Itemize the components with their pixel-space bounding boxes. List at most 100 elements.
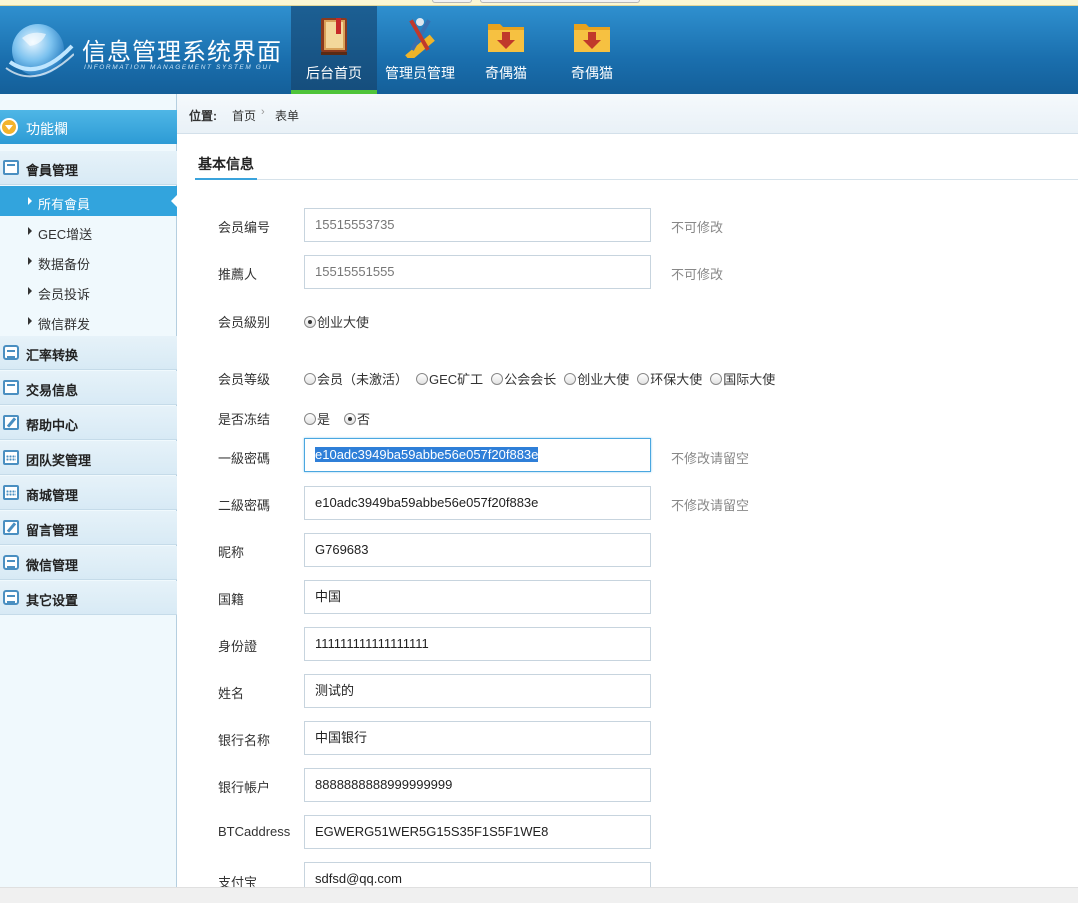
field-label: 推薦人: [218, 267, 258, 282]
radio-label: 创业大使: [317, 315, 370, 330]
radio-checked-icon: [344, 412, 357, 425]
sidebar-item-gec-gift[interactable]: GEC增送: [0, 216, 177, 246]
bank-account-field[interactable]: 8888888888999999999: [304, 768, 651, 802]
sidebar-group-other-settings[interactable]: 其它设置: [0, 581, 177, 615]
sidebar-item-label: 数据备份: [38, 257, 91, 272]
selected-text: e10adc3949ba59abbe56e057f20f883e: [315, 447, 539, 462]
radio-icon: [416, 372, 429, 385]
sidebar-group-wechat[interactable]: 微信管理: [0, 546, 177, 580]
radio-level-inactive[interactable]: 会员（未激活）: [304, 369, 408, 388]
chat-icon: [3, 555, 19, 570]
sidebar-group-label: 會員管理: [26, 163, 79, 178]
sidebar-item-complaints[interactable]: 会员投诉: [0, 276, 177, 306]
radio-level-international[interactable]: 国际大使: [710, 369, 775, 388]
radio-icon: [304, 372, 316, 385]
nav-label: 后台首页: [306, 65, 362, 81]
nav-item-home[interactable]: 后台首页: [291, 6, 377, 94]
edit-icon: [3, 415, 19, 430]
frozen-radio-group: 是 否: [304, 409, 378, 428]
breadcrumb-label: 位置:: [189, 109, 217, 123]
member-level-radio-group: 会员（未激活） GEC矿工 公会会长 创业大使 环保大使 国际大使: [304, 369, 783, 388]
member-id-field[interactable]: 15515553735: [304, 208, 651, 242]
nickname-field[interactable]: G769683: [304, 533, 651, 567]
radio-level-gec-miner[interactable]: GEC矿工: [416, 369, 483, 388]
radio-label: 会员（未激活）: [317, 372, 409, 387]
radio-level-guild-leader[interactable]: 公会会长: [491, 369, 556, 388]
caret-right-icon: [28, 317, 32, 325]
password2-field[interactable]: e10adc3949ba59abbe56e057f20f883e: [304, 486, 651, 520]
sidebar-header[interactable]: 功能欄: [0, 110, 177, 144]
sidebar: 功能欄 會員管理 所有會員 GEC增送 数据备份 会员投诉 微信群发 汇率转换 …: [0, 94, 178, 903]
field-label: 国籍: [218, 592, 245, 607]
chat-icon: [3, 590, 19, 605]
sidebar-item-label: GEC增送: [38, 227, 93, 242]
nav-item-admin[interactable]: 管理员管理: [377, 6, 463, 94]
referrer-field[interactable]: 15515551555: [304, 255, 651, 289]
id-card-field[interactable]: 111111111111111111: [304, 627, 651, 661]
nationality-field[interactable]: 中国: [304, 580, 651, 614]
field-label: 会员級别: [218, 315, 271, 330]
sidebar-group-trades[interactable]: 交易信息: [0, 371, 177, 405]
top-nav: 后台首页 管理员管理 奇偶猫 奇偶猫: [291, 6, 635, 94]
bank-name-field[interactable]: 中国银行: [304, 721, 651, 755]
radio-icon: [710, 372, 723, 385]
nav-label: 奇偶猫: [485, 65, 527, 81]
horizontal-scrollbar[interactable]: [0, 887, 1078, 903]
radio-icon: [491, 372, 504, 385]
sidebar-group-help[interactable]: 帮助中心: [0, 406, 177, 440]
radio-checked-icon: [304, 315, 316, 328]
sidebar-group-messages[interactable]: 留言管理: [0, 511, 177, 545]
field-hint: 不修改请留空: [671, 498, 750, 513]
radio-member-type-entrepreneur[interactable]: 创业大使: [304, 312, 369, 331]
sidebar-item-all-members[interactable]: 所有會員: [0, 186, 178, 216]
folder-download-icon: [488, 24, 524, 52]
sidebar-group-members[interactable]: 會員管理: [0, 151, 177, 185]
breadcrumb-home-link[interactable]: 首页: [232, 107, 256, 124]
field-hint: 不可修改: [671, 220, 724, 235]
radio-icon: [564, 372, 577, 385]
collapse-arrow-icon: [0, 118, 18, 136]
radio-frozen-no[interactable]: 否: [344, 409, 370, 428]
caret-right-icon: [28, 257, 32, 265]
edit-icon: [3, 520, 19, 535]
tab-bar: 基本信息: [195, 152, 1078, 180]
radio-level-entrepreneur[interactable]: 创业大使: [564, 369, 629, 388]
globe-logo-icon: [5, 24, 74, 78]
nav-item-qiou-1[interactable]: 奇偶猫: [463, 6, 549, 94]
sidebar-group-label: 交易信息: [26, 383, 79, 398]
sidebar-item-wechat-broadcast[interactable]: 微信群发: [0, 306, 177, 336]
radio-icon: [637, 372, 650, 385]
name-field[interactable]: 测试的: [304, 674, 651, 708]
sidebar-item-label: 所有會員: [38, 197, 91, 212]
sidebar-group-mall[interactable]: 商城管理: [0, 476, 177, 510]
calendar-icon: [3, 450, 19, 465]
sidebar-group-label: 商城管理: [26, 488, 79, 503]
top-header: 信息管理系统界面 INFORMATION MANAGEMENT SYSTEM G…: [0, 6, 1078, 94]
sidebar-item-data-backup[interactable]: 数据备份: [0, 246, 177, 276]
field-label: 二級密碼: [218, 498, 271, 513]
tab-basic-info[interactable]: 基本信息: [195, 152, 257, 180]
password1-field[interactable]: e10adc3949ba59abbe56e057f20f883e: [304, 438, 651, 472]
radio-label: 是: [317, 412, 331, 427]
field-label: 昵称: [218, 545, 245, 560]
breadcrumb-current: 表单: [275, 109, 300, 123]
field-label: 银行帳户: [218, 780, 271, 795]
btc-address-field[interactable]: EGWERG51WER5G15S35F1S5F1WE8: [304, 815, 651, 849]
caret-right-icon: [28, 287, 32, 295]
sidebar-group-team-bonus[interactable]: 团队奖管理: [0, 441, 177, 475]
toolbar-tab-stub: [432, 0, 472, 3]
field-label: 姓名: [218, 686, 245, 701]
radio-frozen-yes[interactable]: 是: [304, 409, 330, 428]
radio-label: 环保大使: [650, 372, 703, 387]
member-type-radio-group: 创业大使: [304, 312, 377, 331]
radio-level-eco[interactable]: 环保大使: [637, 369, 702, 388]
sidebar-group-label: 微信管理: [26, 558, 79, 573]
sidebar-group-label: 其它设置: [26, 593, 79, 608]
toolbar-tab-stub: [480, 0, 640, 3]
sidebar-header-label: 功能欄: [26, 121, 68, 137]
sidebar-group-label: 留言管理: [26, 523, 79, 538]
book-icon: [321, 18, 347, 55]
nav-item-qiou-2[interactable]: 奇偶猫: [549, 6, 635, 94]
sidebar-group-exchange[interactable]: 汇率转换: [0, 336, 177, 370]
radio-label: 创业大使: [577, 372, 630, 387]
